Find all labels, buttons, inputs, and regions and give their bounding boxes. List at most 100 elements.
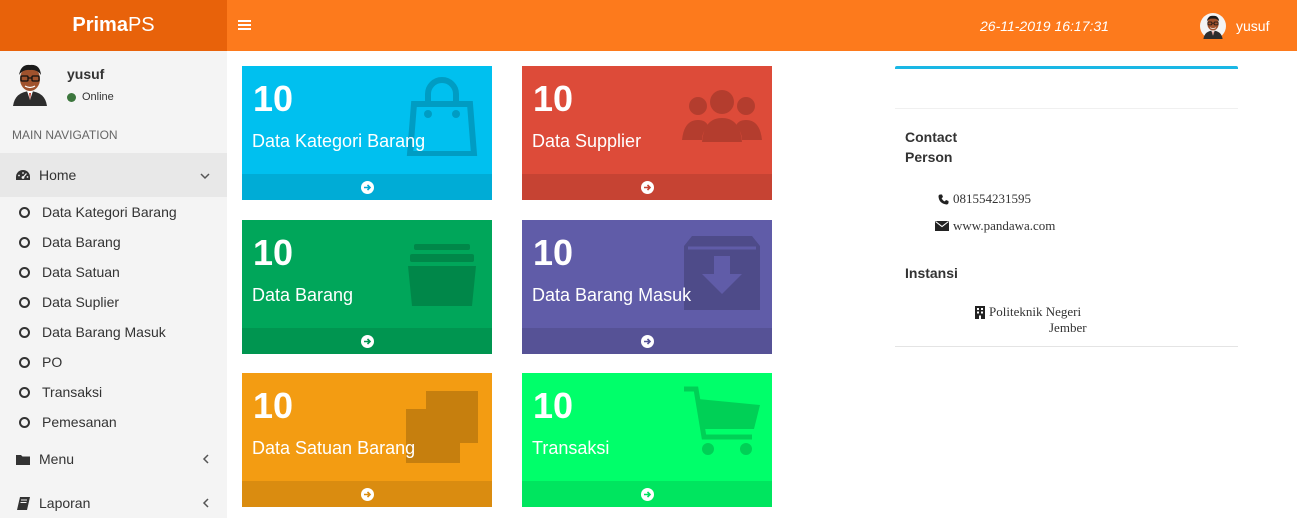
instansi-heading: Instansi — [905, 265, 958, 281]
sidebar-item-home[interactable]: Home — [0, 153, 227, 197]
chevron-left-icon — [195, 496, 215, 511]
sidebar-item-menu[interactable]: Menu — [0, 437, 227, 481]
dashboard-icon — [14, 169, 32, 181]
arrow-circle-right-icon — [360, 180, 374, 194]
tile-label: Data Supplier — [532, 131, 642, 151]
header-username: yusuf — [1236, 18, 1270, 34]
sidebar: yusuf Online MAIN NAVIGATION Home Data K… — [0, 51, 227, 518]
tile-count: 10 — [533, 78, 574, 119]
tile-data-barang[interactable]: 10 Data Barang — [242, 220, 492, 354]
arrow-circle-right-icon — [640, 487, 654, 501]
tile-label: Transaksi — [532, 438, 610, 458]
tile-more-info[interactable] — [242, 481, 492, 507]
user-menu[interactable]: yusuf — [1200, 13, 1269, 39]
contact-website: www.pandawa.com — [935, 218, 1055, 234]
brand-logo[interactable]: PrimaPS — [0, 0, 227, 51]
nav-header: MAIN NAVIGATION — [12, 128, 118, 142]
tile-more-info[interactable] — [522, 174, 772, 200]
archive-icon — [408, 244, 476, 306]
instansi-line1: Politeknik Negeri — [975, 304, 1081, 320]
sidebar-item-data-satuan[interactable]: Data Satuan — [0, 257, 227, 287]
sidebar-item-data-barang-masuk[interactable]: Data Barang Masuk — [0, 317, 227, 347]
book-icon — [14, 496, 32, 510]
tile-more-info[interactable] — [242, 174, 492, 200]
sidebar-subitem-label: Data Suplier — [42, 294, 120, 310]
sidebar-item-pemesanan[interactable]: Pemesanan — [0, 407, 227, 437]
tile-count: 10 — [533, 385, 574, 426]
building-icon — [975, 305, 985, 319]
brand-light: PS — [127, 14, 155, 36]
online-dot-icon — [67, 92, 76, 102]
sidebar-subitem-label: Data Kategori Barang — [42, 204, 177, 220]
circle-icon — [19, 416, 30, 428]
online-status-label: Online — [82, 91, 114, 103]
brand-bold: Prima — [72, 14, 128, 36]
folder-icon — [14, 454, 32, 465]
contact-heading-line2: Person — [905, 149, 953, 165]
sidebar-item-laporan-label: Laporan — [39, 495, 91, 511]
circle-icon — [19, 236, 30, 248]
phone-icon — [938, 194, 949, 204]
circle-icon — [19, 296, 30, 308]
arrow-circle-right-icon — [360, 487, 374, 501]
sidebar-item-data-suplier[interactable]: Data Suplier — [0, 287, 227, 317]
tile-more-info[interactable] — [242, 328, 492, 354]
sidebar-item-laporan[interactable]: Laporan — [0, 481, 227, 518]
sidebar-subitem-label: Data Barang — [42, 234, 121, 250]
contact-phone-value: 081554231595 — [953, 191, 1031, 206]
tile-count: 10 — [533, 232, 574, 273]
circle-icon — [19, 206, 30, 218]
circle-icon — [19, 266, 30, 278]
circle-icon — [19, 386, 30, 398]
chevron-left-icon — [195, 452, 215, 467]
sidebar-subitem-label: Data Satuan — [42, 264, 120, 280]
sidebar-item-data-kategori-barang[interactable]: Data Kategori Barang — [0, 197, 227, 227]
sidebar-subitem-label: Pemesanan — [42, 414, 117, 430]
tile-more-info[interactable] — [522, 481, 772, 507]
contact-website-value: www.pandawa.com — [953, 218, 1056, 233]
download-box-icon — [684, 236, 760, 310]
contact-phone: 081554231595 — [938, 191, 1031, 207]
instansi-line2: Jember — [1049, 320, 1087, 336]
online-status: Online — [67, 91, 114, 103]
divider — [895, 346, 1238, 347]
tile-data-barang-masuk[interactable]: 10 Data Barang Masuk — [522, 220, 772, 354]
sidebar-username: yusuf — [67, 66, 105, 82]
panel-accent-bar — [895, 66, 1238, 69]
sidebar-item-menu-label: Menu — [39, 451, 75, 467]
sidebar-item-data-barang[interactable]: Data Barang — [0, 227, 227, 257]
tile-label: Data Kategori Barang — [252, 131, 426, 151]
instansi-line2-value: Jember — [1049, 320, 1087, 335]
circle-icon — [19, 356, 30, 368]
chevron-down-icon — [195, 168, 215, 183]
avatar-icon — [7, 60, 53, 106]
sidebar-item-home-label: Home — [39, 167, 77, 183]
contact-panel: Contact Person 081554231595 www.pandawa.… — [895, 66, 1238, 348]
user-avatar-icon — [1200, 13, 1226, 39]
user-panel: yusuf Online — [0, 51, 227, 117]
tile-label: Data Barang — [252, 285, 354, 305]
tile-transaksi[interactable]: 10 Transaksi — [522, 373, 772, 507]
contact-heading-line1: Contact — [905, 129, 958, 145]
tile-data-kategori-barang[interactable]: 10 Data Kategori Barang — [242, 66, 492, 200]
top-header: PrimaPS 26-11-2019 16:17:31 yusuf — [0, 0, 1297, 51]
sidebar-item-transaksi[interactable]: Transaksi — [0, 377, 227, 407]
tile-data-supplier[interactable]: 10 Data Supplier — [522, 66, 772, 200]
tile-data-satuan-barang[interactable]: 10 Data Satuan Barang — [242, 373, 492, 507]
arrow-circle-right-icon — [360, 334, 374, 348]
instansi-line1-value: Politeknik Negeri — [989, 304, 1082, 319]
sidebar-subitem-label: Data Barang Masuk — [42, 324, 166, 340]
tile-more-info[interactable] — [522, 328, 772, 354]
tile-label: Data Satuan Barang — [252, 438, 416, 458]
sidebar-item-po[interactable]: PO — [0, 347, 227, 377]
envelope-icon — [935, 221, 949, 231]
tile-count: 10 — [253, 78, 294, 119]
sidebar-toggle-icon[interactable] — [238, 15, 258, 35]
users-icon — [682, 90, 762, 142]
arrow-circle-right-icon — [640, 180, 654, 194]
divider — [895, 108, 1238, 109]
arrow-circle-right-icon — [640, 334, 654, 348]
sidebar-subitem-label: Transaksi — [42, 384, 103, 400]
circle-icon — [19, 326, 30, 338]
sidebar-subitem-label: PO — [42, 354, 63, 370]
